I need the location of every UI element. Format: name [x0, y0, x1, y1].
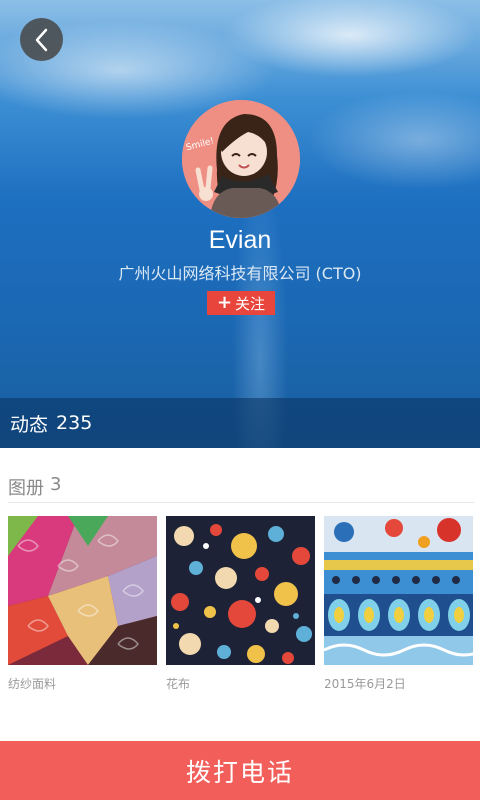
profile-header: Smile! Evian 广州火山网络科技有限公司 (CTO) + 关注 动态 …	[0, 0, 480, 448]
avatar[interactable]: Smile!	[182, 100, 300, 218]
activity-label: 动态	[10, 413, 49, 436]
avatar-illustration: Smile!	[182, 100, 300, 218]
album-thumbnail	[324, 516, 473, 665]
album-item[interactable]: 纺纱面料	[8, 516, 157, 692]
album-count: 3	[50, 474, 62, 495]
back-button[interactable]	[20, 18, 63, 61]
company-title: 广州火山网络科技有限公司 (CTO)	[118, 264, 362, 283]
album-caption: 2015年6月2日	[324, 677, 406, 691]
call-button[interactable]: 拨打电话	[0, 741, 480, 800]
activity-count: 235	[56, 412, 93, 434]
album-thumbnail	[166, 516, 315, 665]
album-thumbnail	[8, 516, 157, 665]
user-name: Evian	[208, 226, 272, 254]
album-item[interactable]: 花布	[166, 516, 315, 692]
chevron-left-icon	[35, 28, 47, 51]
follow-label: 关注	[235, 294, 266, 313]
album-section-header: 图册 3	[8, 474, 474, 503]
follow-button[interactable]: + 关注	[207, 291, 275, 315]
album-caption: 花布	[166, 677, 191, 691]
album-item[interactable]: 2015年6月2日	[324, 516, 473, 692]
album-caption: 纺纱面料	[8, 677, 57, 691]
album-label: 图册	[8, 478, 44, 499]
activity-bar[interactable]: 动态 235	[0, 398, 480, 448]
plus-icon: +	[216, 292, 233, 313]
